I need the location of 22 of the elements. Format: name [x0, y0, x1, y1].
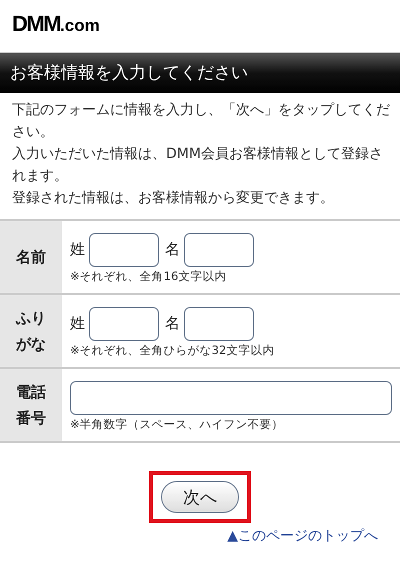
field-label: 名前 [0, 221, 62, 293]
page-heading: お客様情報を入力してください [0, 52, 400, 93]
given-name-field[interactable] [184, 306, 254, 340]
logo: DMM.com [12, 12, 100, 36]
given-name-field[interactable] [184, 232, 254, 266]
intro-text: 下記のフォームに情報を入力し、「次へ」をタップしてください。 [12, 101, 390, 142]
field-note: ※それぞれ、全角16文字以内 [70, 268, 228, 284]
next-button[interactable]: 次へ [161, 481, 239, 513]
field-label: 電話 番号 [0, 369, 62, 441]
page-top-link[interactable]: ▲このページのトップへ [227, 527, 378, 545]
surname-field[interactable] [89, 306, 159, 340]
field-note: ※半角数字（スペース、ハイフン不要） [70, 416, 285, 432]
surname-field[interactable] [89, 232, 159, 266]
surname-label: 姓 [70, 314, 85, 333]
phone-field[interactable] [70, 380, 392, 414]
given-name-label: 名 [165, 240, 180, 259]
field-label: ふり がな [0, 295, 62, 367]
intro-text: 登録された情報は、お客様情報から変更できます。 [12, 189, 335, 208]
surname-label: 姓 [70, 240, 85, 259]
given-name-label: 名 [165, 314, 180, 333]
field-note: ※それぞれ、全角ひらがな32文字以内 [70, 342, 276, 358]
intro-text: 入力いただいた情報は、DMM会員お客様情報として登録されます。 [12, 145, 384, 186]
